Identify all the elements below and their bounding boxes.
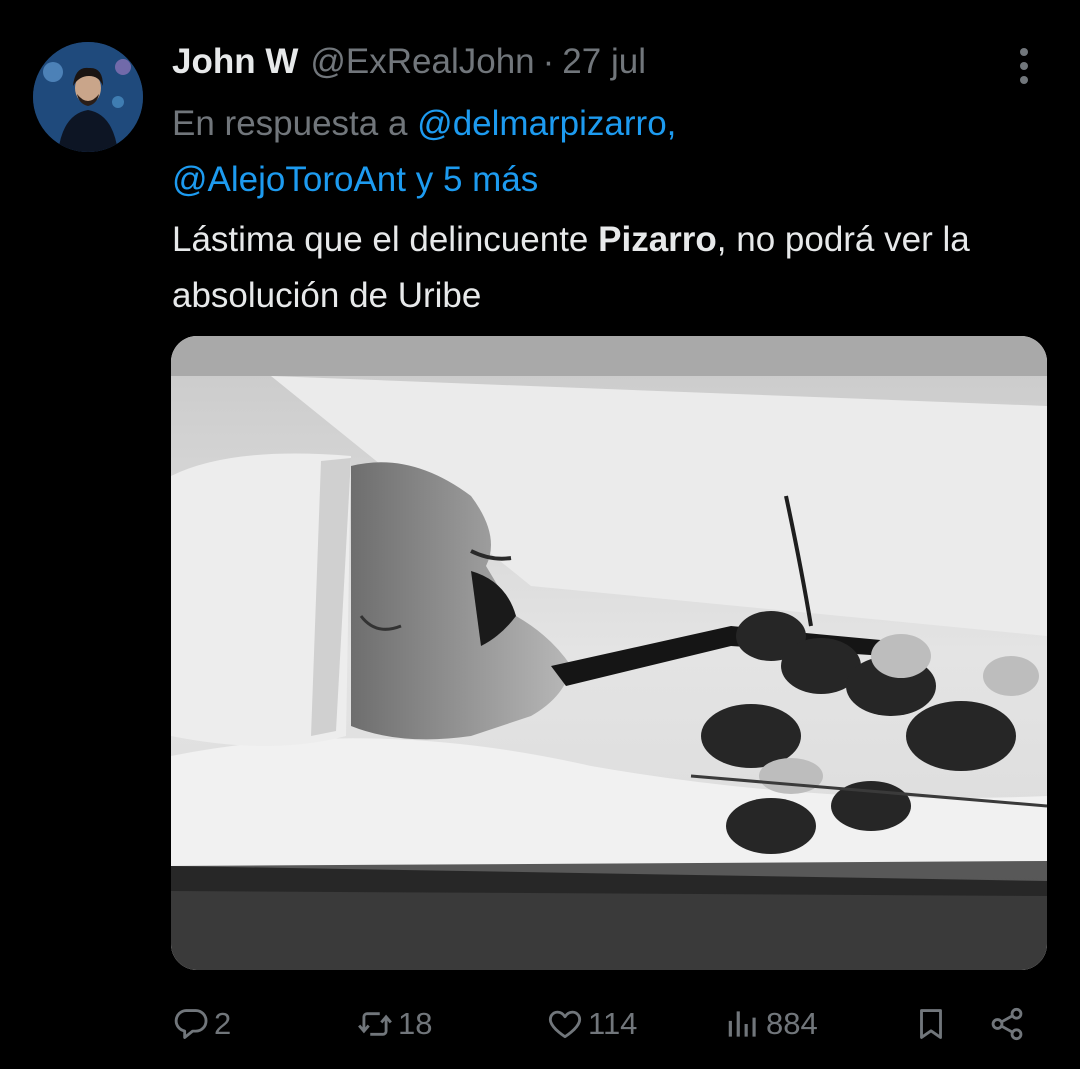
views-button[interactable]: 884 — [724, 996, 818, 1052]
reply-context: En respuesta a @delmarpizarro, @AlejoTor… — [172, 96, 1032, 208]
retweet-count: 18 — [398, 1006, 433, 1041]
retweet-button[interactable]: 18 — [356, 996, 432, 1052]
reply-prefix: En respuesta a — [172, 104, 408, 143]
action-bar: 2 18 114 884 — [172, 996, 1032, 1052]
share-button[interactable] — [988, 996, 1026, 1052]
share-icon — [991, 1007, 1023, 1041]
display-name[interactable]: John W — [172, 42, 298, 82]
bookmark-button[interactable] — [912, 996, 950, 1052]
tweet-date[interactable]: 27 jul — [562, 42, 646, 82]
tweet-text: Lástima que el delincuente Pizarro, no p… — [172, 212, 1032, 324]
separator-dot: · — [542, 42, 555, 81]
user-handle[interactable]: @ExRealJohn — [310, 42, 534, 82]
reply-more-users[interactable]: y 5 más — [416, 160, 539, 199]
tweet-text-bold: Pizarro — [598, 220, 717, 259]
media-image — [171, 336, 1047, 970]
avatar[interactable] — [33, 42, 143, 152]
tweet-text-start: Lástima que el delincuente — [172, 220, 599, 259]
reply-icon — [174, 1009, 208, 1039]
reply-count: 2 — [214, 1006, 232, 1041]
heart-icon — [548, 1010, 582, 1039]
reply-mention-delmarpizarro[interactable]: @delmarpizarro, — [417, 104, 676, 143]
bookmark-icon — [920, 1009, 942, 1039]
views-count: 884 — [766, 1006, 818, 1041]
tweet[interactable]: John W @ExRealJohn · 27 jul En respuesta… — [0, 0, 1080, 1069]
reply-button[interactable]: 2 — [172, 996, 231, 1052]
reply-mention-alejotoroant[interactable]: @AlejoToroAnt — [172, 160, 406, 199]
retweet-icon — [358, 1012, 392, 1036]
more-icon[interactable] — [1004, 44, 1044, 88]
tweet-header: John W @ExRealJohn · 27 jul — [172, 38, 646, 86]
views-icon — [728, 1011, 756, 1037]
tweet-media-photo[interactable] — [171, 336, 1047, 970]
avatar-image — [33, 42, 143, 152]
like-count: 114 — [588, 1006, 638, 1041]
like-button[interactable]: 114 — [546, 996, 637, 1052]
